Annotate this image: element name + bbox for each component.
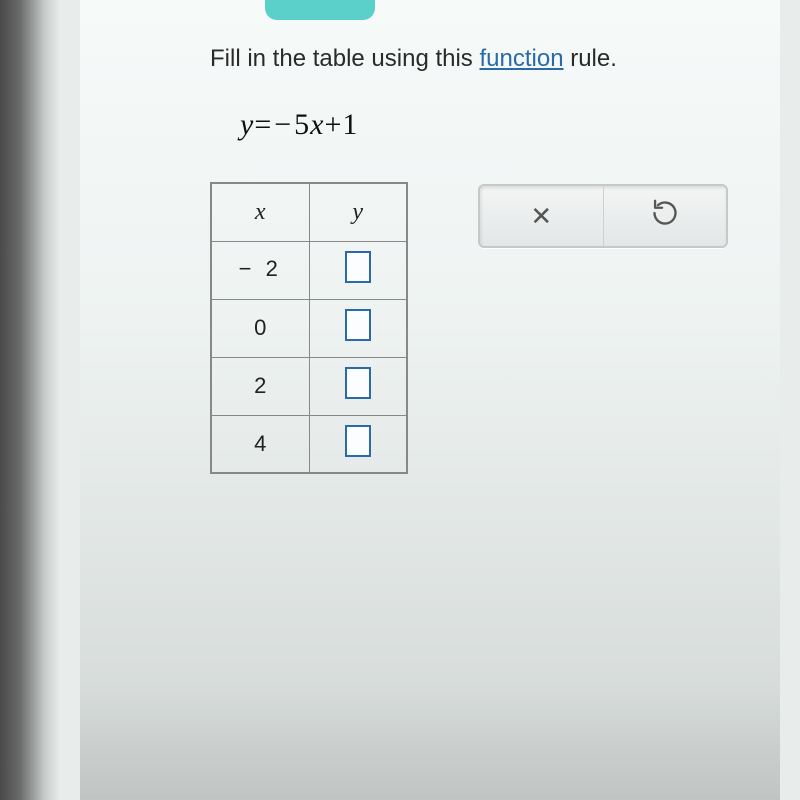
teal-tab-decor [265,0,375,20]
table-row: − 2 [211,241,407,299]
answer-input[interactable] [345,367,371,399]
instruction-suffix: rule. [564,45,617,72]
answer-input[interactable] [345,309,371,341]
answer-controls: ✕ [478,184,728,248]
equation: y=−5x+1 [240,108,740,142]
problem-panel: Fill in the table using this function ru… [80,0,780,800]
table-header-row: x y [211,183,407,241]
x-cell: 4 [211,415,309,473]
table-row: 0 [211,299,407,357]
clear-button[interactable]: ✕ [480,186,604,246]
header-x: x [211,183,309,241]
y-cell [309,299,407,357]
function-link[interactable]: function [479,45,563,72]
answer-input[interactable] [345,251,371,283]
answer-input[interactable] [345,425,371,457]
function-table: x y − 2 0 2 4 [210,182,408,474]
x-cell: − 2 [211,241,309,299]
table-row: 2 [211,357,407,415]
y-cell [309,241,407,299]
table-row: 4 [211,415,407,473]
instruction-prefix: Fill in the table using this [210,45,479,72]
reset-icon [651,199,679,234]
work-row: x y − 2 0 2 4 ✕ [210,182,740,474]
x-cell: 2 [211,357,309,415]
close-icon: ✕ [530,201,552,232]
instruction-text: Fill in the table using this function ru… [210,45,740,73]
y-cell [309,415,407,473]
photo-edge-shadow [0,0,60,800]
bottom-shadow [80,680,780,800]
y-cell [309,357,407,415]
x-cell: 0 [211,299,309,357]
header-y: y [309,183,407,241]
reset-button[interactable] [604,186,727,246]
